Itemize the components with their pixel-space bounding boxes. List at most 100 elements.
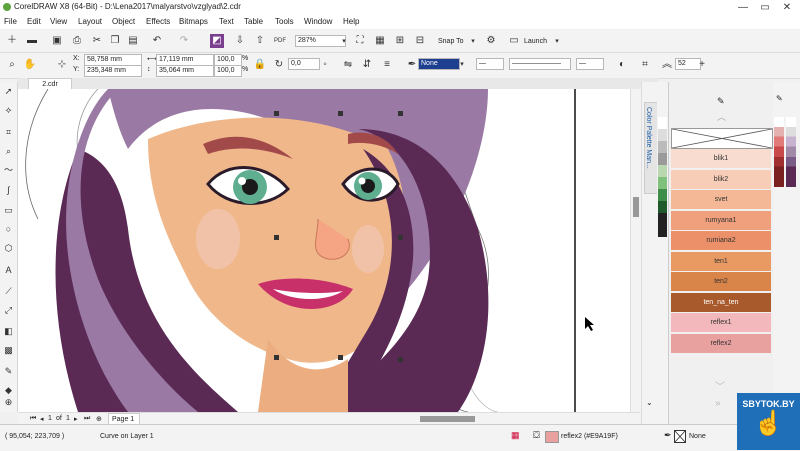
swatch-svet[interactable]: svet <box>671 190 771 209</box>
line-style-field[interactable]: ——————— <box>509 58 571 70</box>
freehand-tool-icon[interactable]: 〜 <box>2 164 15 177</box>
mirror-horizontal-icon[interactable]: ⇋ <box>341 58 355 72</box>
fill-dropdown-icon[interactable]: ▾ <box>458 58 466 72</box>
full-screen-icon[interactable]: ⛶ <box>353 34 367 48</box>
import-icon[interactable]: ⇩ <box>233 34 247 48</box>
menu-file[interactable]: File <box>4 17 17 26</box>
artistic-media-icon[interactable]: ∫ <box>2 184 15 197</box>
vertical-scroll-thumb[interactable] <box>633 197 639 217</box>
redo-icon[interactable]: ↷ <box>177 34 191 48</box>
color-proof-icon[interactable]: ▦ <box>511 430 520 441</box>
page-last-icon[interactable]: ⏭ <box>84 415 90 423</box>
menu-tools[interactable]: Tools <box>275 17 294 26</box>
parallel-dimension-icon[interactable]: ⟋ <box>2 285 15 298</box>
close-button[interactable]: ✕ <box>776 0 798 15</box>
zoom-dropdown-icon[interactable]: ▾ <box>340 35 348 49</box>
lock-ratio-icon[interactable]: 🔒 <box>253 58 267 72</box>
swatch-ten2[interactable]: ten2 <box>671 272 771 291</box>
swatch-reflex1[interactable]: reflex1 <box>671 313 771 332</box>
horizontal-scroll-thumb[interactable] <box>420 416 475 422</box>
export-icon[interactable]: ⇧ <box>253 34 267 48</box>
menu-view[interactable]: View <box>50 17 67 26</box>
zoom-tool-icon-left[interactable]: ⌕ <box>2 145 15 158</box>
swatch-blik2[interactable]: blik2 <box>671 170 771 189</box>
rectangle-tool-icon[interactable]: ▭ <box>2 204 15 217</box>
snap-dropdown-icon[interactable]: ▾ <box>469 35 477 49</box>
palette-swatches-a[interactable] <box>774 117 784 187</box>
palette-swatches-b[interactable] <box>786 117 796 187</box>
options-gear-icon[interactable]: ⚙ <box>484 34 498 48</box>
menu-table[interactable]: Table <box>244 17 263 26</box>
new-document-icon[interactable]: ＋ <box>5 34 19 48</box>
y-position-field[interactable]: 235,348 mm <box>84 65 142 77</box>
vertical-scrollbar[interactable] <box>630 89 641 412</box>
rulers-icon[interactable]: ▦ <box>373 34 387 48</box>
search-content-icon[interactable]: ◩ <box>210 34 224 48</box>
menu-help[interactable]: Help <box>343 17 359 26</box>
save-icon[interactable]: ▣ <box>50 34 64 48</box>
transparency-icon[interactable]: ▩ <box>2 344 15 357</box>
copy-icon[interactable]: ❐ <box>108 34 122 48</box>
zoom-tool-icon[interactable]: ⌕ <box>5 58 19 72</box>
paste-icon[interactable]: ▤ <box>126 34 140 48</box>
snap-to-label[interactable]: Snap To <box>438 38 464 45</box>
add-tool-icon[interactable]: ⊕ <box>2 396 15 409</box>
plus-icon[interactable]: + <box>695 58 709 72</box>
docker-tab-color-palette[interactable]: Color Palette Man... <box>644 102 658 194</box>
minimize-button[interactable]: — <box>732 0 754 15</box>
grid-icon[interactable]: ⊞ <box>393 34 407 48</box>
align-icon[interactable]: ≡ <box>380 58 394 72</box>
connector-tool-icon[interactable]: ⤢ <box>2 304 15 317</box>
page-first-icon[interactable]: ⏮ <box>30 415 36 423</box>
pick-tool-icon[interactable]: ➚ <box>2 85 15 98</box>
crop-tool-icon[interactable]: ⌗ <box>2 126 15 139</box>
page-current[interactable]: 1 <box>48 415 52 422</box>
add-page-icon[interactable]: ⊕ <box>96 415 102 423</box>
docker-eyedropper-icon[interactable]: ✎ <box>717 96 725 107</box>
menu-layout[interactable]: Layout <box>78 17 102 26</box>
swatch-reflex2[interactable]: reflex2 <box>671 334 771 353</box>
eyedropper-tool-icon[interactable]: ✎ <box>2 365 15 378</box>
palette-eyedropper-icon[interactable]: ✎ <box>776 94 783 103</box>
rotation-field[interactable]: 0,0 <box>288 58 320 70</box>
shape-tool-icon[interactable]: ⟡ <box>2 104 15 117</box>
close-curve-icon[interactable]: ◐ <box>615 58 629 72</box>
menu-effects[interactable]: Effects <box>146 17 170 26</box>
menu-window[interactable]: Window <box>304 17 332 26</box>
cut-icon[interactable]: ✂ <box>90 34 104 48</box>
fill-color-swatch[interactable] <box>545 431 559 443</box>
docker-scroll-down-icon[interactable]: ⌄ <box>646 398 653 407</box>
no-color-swatch[interactable] <box>671 128 773 149</box>
launch-icon[interactable]: ▭ <box>507 34 521 48</box>
menu-bitmaps[interactable]: Bitmaps <box>179 17 208 26</box>
text-tool-icon[interactable]: A <box>2 264 15 277</box>
menu-object[interactable]: Object <box>112 17 135 26</box>
height-field[interactable]: 35,064 mm <box>156 65 214 77</box>
outline-none-swatch[interactable] <box>674 430 686 443</box>
start-arrow-field[interactable]: — <box>476 58 504 70</box>
fill-none-field[interactable]: None <box>418 58 460 70</box>
swatch-ten-na-ten[interactable]: ten_na_ten <box>671 293 771 312</box>
end-arrow-field[interactable]: — <box>576 58 604 70</box>
swatch-blik1[interactable]: blik1 <box>671 149 771 168</box>
maximize-button[interactable]: ▭ <box>754 0 776 15</box>
docker-expand-icon[interactable]: » <box>715 398 721 409</box>
drop-shadow-icon[interactable]: ◧ <box>2 325 15 338</box>
node-type-icon[interactable]: ⊹ <box>55 58 69 72</box>
zoom-level-field[interactable]: 287% <box>295 35 346 47</box>
polygon-tool-icon[interactable]: ⬡ <box>2 242 15 255</box>
print-icon[interactable]: ⎙ <box>70 34 84 48</box>
pan-tool-icon[interactable]: ✋ <box>23 58 37 72</box>
swatch-ten1[interactable]: ten1 <box>671 252 771 271</box>
page-next-icon[interactable]: ▸ <box>74 415 78 423</box>
rotation-stepper-icon[interactable]: ◦ <box>318 58 332 72</box>
open-folder-icon[interactable]: ▬ <box>25 34 39 48</box>
export-pdf-icon[interactable]: PDF <box>273 34 287 48</box>
outline-pen-icon[interactable]: ✒ <box>405 58 419 72</box>
swatch-rumyana1[interactable]: rumyana1 <box>671 211 771 230</box>
docker-scroll-up-icon[interactable]: ︿ <box>717 110 726 123</box>
ellipse-tool-icon[interactable]: ○ <box>2 223 15 236</box>
guidelines-icon[interactable]: ⊟ <box>413 34 427 48</box>
scale-y-field[interactable]: 100,0 <box>214 65 242 77</box>
menu-edit[interactable]: Edit <box>27 17 41 26</box>
